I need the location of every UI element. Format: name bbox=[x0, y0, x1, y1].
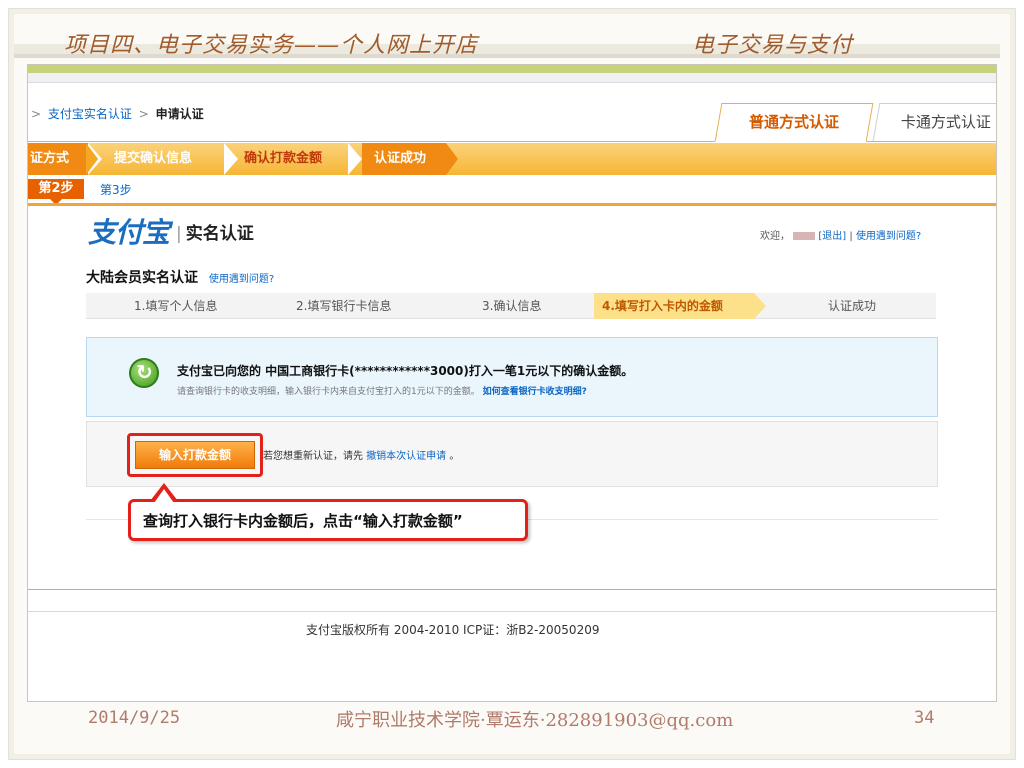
top-color-bar bbox=[28, 65, 996, 73]
cancel-hint-suffix: 。 bbox=[449, 451, 460, 462]
info-box: 支付宝已向您的 中国工商银行卡(************3000)打入一笔1元以… bbox=[86, 337, 938, 417]
stepbar-arrow bbox=[224, 143, 238, 175]
stepbar-arrow-end bbox=[446, 143, 458, 175]
stepbar-arrow-fill bbox=[86, 143, 98, 175]
section-help-link[interactable]: 使用遇到问题? bbox=[209, 274, 274, 285]
cancel-hint: 若您想重新认证，请先 撤销本次认证申请 。 bbox=[263, 447, 459, 462]
logout-link[interactable]: [退出] bbox=[818, 231, 846, 242]
section-title-text: 大陆会员实名认证 bbox=[86, 270, 198, 286]
cancel-hint-prefix: 若您想重新认证，请先 bbox=[263, 451, 363, 462]
info-hint: 请查询银行卡的收支明细，输入银行卡内来自支付宝打入的1元以下的金额。 如何查看银… bbox=[177, 384, 587, 397]
browser-screenshot: > 支付宝实名认证 > 申请认证 普通方式认证 卡通方式认证 证方式 提交确认信… bbox=[27, 64, 997, 702]
progress-step-3: 3.确认信息 bbox=[482, 299, 542, 313]
stepbar-item-success: 认证成功 bbox=[374, 151, 427, 166]
stepbar-item-confirm-amount: 确认打款金额 bbox=[244, 151, 323, 166]
orange-divider bbox=[28, 203, 996, 206]
current-step-badge: 第2步 bbox=[28, 179, 84, 205]
refresh-icon bbox=[129, 358, 159, 388]
tab-normal-auth[interactable]: 普通方式认证 bbox=[714, 103, 874, 142]
tab-card-auth-label: 卡通方式认证 bbox=[900, 113, 991, 131]
top-gray-bar bbox=[28, 73, 996, 83]
breadcrumb-lead-sep: > bbox=[31, 107, 42, 121]
instruction-callout: 查询打入银行卡内金额后，点击“输入打款金额” bbox=[128, 499, 528, 541]
info-hint-link[interactable]: 如何查看银行卡收支明细? bbox=[483, 387, 587, 397]
progress-step-2: 2.填写银行卡信息 bbox=[296, 299, 392, 313]
progress-step-success: 认证成功 bbox=[828, 299, 877, 313]
verification-progress: 1.填写个人信息 2.填写银行卡信息 3.确认信息 4.填写打入卡内的金额 认证… bbox=[86, 293, 936, 319]
logo-subtitle: 实名认证 bbox=[176, 219, 254, 244]
progress-step-1: 1.填写个人信息 bbox=[134, 299, 218, 313]
slide-title: 项目四、电子交易实务——个人网上开店 bbox=[64, 33, 479, 58]
enter-amount-button[interactable]: 输入打款金额 bbox=[135, 441, 255, 469]
breadcrumb-link[interactable]: 支付宝实名认证 bbox=[48, 107, 132, 121]
breadcrumb-current: 申请认证 bbox=[155, 107, 204, 121]
slide-page-number: 34 bbox=[914, 708, 935, 728]
username-redacted bbox=[793, 232, 816, 240]
button-highlight-frame: 输入打款金额 bbox=[127, 433, 263, 477]
callout-text: 查询打入银行卡内金额后，点击“输入打款金额” bbox=[143, 512, 463, 530]
breadcrumb-sep: > bbox=[138, 107, 149, 121]
slide-author: 咸宁职业技术学院·覃运东·282891903@qq.com bbox=[336, 710, 734, 731]
footer-rule-gray bbox=[28, 611, 996, 612]
help-link[interactable]: 使用遇到问题? bbox=[856, 231, 921, 242]
slide-course-name: 电子交易与支付 bbox=[692, 33, 854, 58]
footer-rule-orange bbox=[28, 589, 996, 590]
stepbar-item-method: 证方式 bbox=[30, 151, 70, 166]
mini-steps: 第2步 第3步 bbox=[28, 177, 996, 205]
breadcrumb: > 支付宝实名认证 > 申请认证 bbox=[28, 105, 204, 122]
progress-active-arrow bbox=[754, 293, 766, 319]
stepbar-item-submit: 提交确认信息 bbox=[114, 151, 193, 166]
cancel-application-link[interactable]: 撤销本次认证申请 bbox=[366, 451, 446, 462]
callout-pointer-fill bbox=[154, 489, 174, 503]
welcome-bar: 欢迎， [退出] | 使用遇到问题? bbox=[760, 227, 921, 242]
info-message: 支付宝已向您的 中国工商银行卡(************3000)打入一笔1元以… bbox=[177, 364, 634, 378]
alipay-logo: 支付宝 bbox=[88, 216, 170, 249]
process-stepbar: 证方式 提交确认信息 确认打款金额 认证成功 bbox=[28, 143, 996, 175]
info-hint-text: 请查询银行卡的收支明细，输入银行卡内来自支付宝打入的1元以下的金额。 bbox=[177, 387, 480, 397]
progress-step-4: 4.填写打入卡内的金额 bbox=[602, 299, 723, 313]
welcome-prefix: 欢迎， bbox=[760, 231, 790, 242]
stepbar-arrow bbox=[348, 143, 362, 175]
next-step-link[interactable]: 第3步 bbox=[100, 181, 132, 198]
section-title: 大陆会员实名认证 使用遇到问题? bbox=[86, 267, 274, 287]
slide-date: 2014/9/25 bbox=[88, 708, 181, 728]
tab-card-auth[interactable]: 卡通方式认证 bbox=[872, 103, 996, 141]
copyright-text: 支付宝版权所有 2004-2010 ICP证：浙B2-20050209 bbox=[306, 623, 600, 637]
tab-normal-auth-label: 普通方式认证 bbox=[748, 113, 839, 131]
action-box: 输入打款金额 若您想重新认证，请先 撤销本次认证申请 。 bbox=[86, 421, 938, 487]
